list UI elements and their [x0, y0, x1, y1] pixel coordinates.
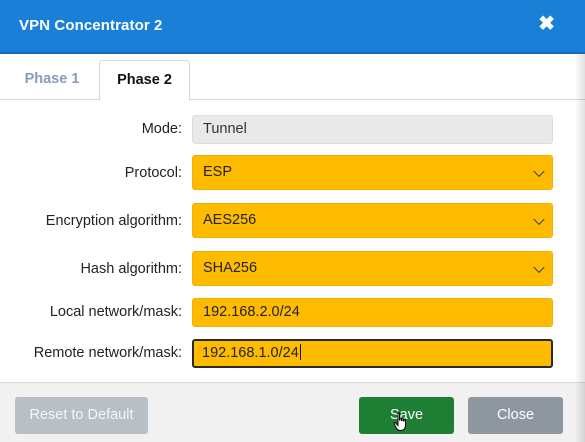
mode-label: Mode: — [141, 121, 182, 137]
tab-phase-1[interactable]: Phase 1 — [6, 60, 98, 100]
text-cursor — [299, 344, 301, 360]
encryption-row: Encryption algorithm: AES256 — [0, 203, 585, 238]
remote-network-row: Remote network/mask: 192.168.1.0/24 — [0, 339, 585, 368]
save-button[interactable]: Save — [359, 397, 454, 434]
hash-row: Hash algorithm: SHA256 — [0, 251, 585, 286]
reset-to-default-button[interactable]: Reset to Default — [15, 397, 148, 434]
local-network-label: Local network/mask: — [49, 304, 182, 320]
dialog-title: VPN Concentrator 2 — [19, 17, 163, 34]
mode-row: Mode: Tunnel — [0, 115, 585, 145]
encryption-value: AES256 — [203, 212, 257, 228]
hash-select[interactable]: SHA256 — [192, 251, 553, 286]
mode-value: Tunnel — [203, 121, 247, 137]
remote-network-input[interactable]: 192.168.1.0/24 — [192, 339, 553, 368]
local-network-row: Local network/mask: 192.168.2.0/24 — [0, 298, 585, 327]
mode-field: Tunnel — [192, 115, 553, 144]
encryption-select[interactable]: AES256 — [192, 203, 553, 238]
close-button[interactable]: Close — [468, 397, 563, 434]
remote-network-label: Remote network/mask: — [33, 345, 182, 361]
dialog-footer: Reset to Default Save Close — [0, 382, 585, 442]
chevron-down-icon — [533, 165, 545, 177]
hash-label: Hash algorithm: — [80, 261, 182, 277]
vpn-concentrator-dialog: VPN Concentrator 2 ✖ Phase 1 Phase 2 Mod… — [0, 0, 585, 442]
remote-network-value: 192.168.1.0/24 — [202, 345, 299, 361]
tab-bar: Phase 1 Phase 2 — [0, 54, 585, 101]
protocol-select[interactable]: ESP — [192, 155, 553, 190]
local-network-value: 192.168.2.0/24 — [203, 304, 300, 320]
chevron-down-icon — [533, 261, 545, 273]
tab-phase-2[interactable]: Phase 2 — [99, 60, 190, 101]
local-network-input[interactable]: 192.168.2.0/24 — [192, 298, 553, 327]
dialog-titlebar: VPN Concentrator 2 ✖ — [0, 0, 585, 54]
encryption-label: Encryption algorithm: — [45, 213, 182, 229]
protocol-row: Protocol: ESP — [0, 155, 585, 190]
protocol-label: Protocol: — [124, 165, 182, 181]
hash-value: SHA256 — [203, 260, 258, 276]
protocol-value: ESP — [203, 164, 233, 180]
chevron-down-icon — [533, 213, 545, 225]
close-icon[interactable]: ✖ — [538, 13, 555, 35]
